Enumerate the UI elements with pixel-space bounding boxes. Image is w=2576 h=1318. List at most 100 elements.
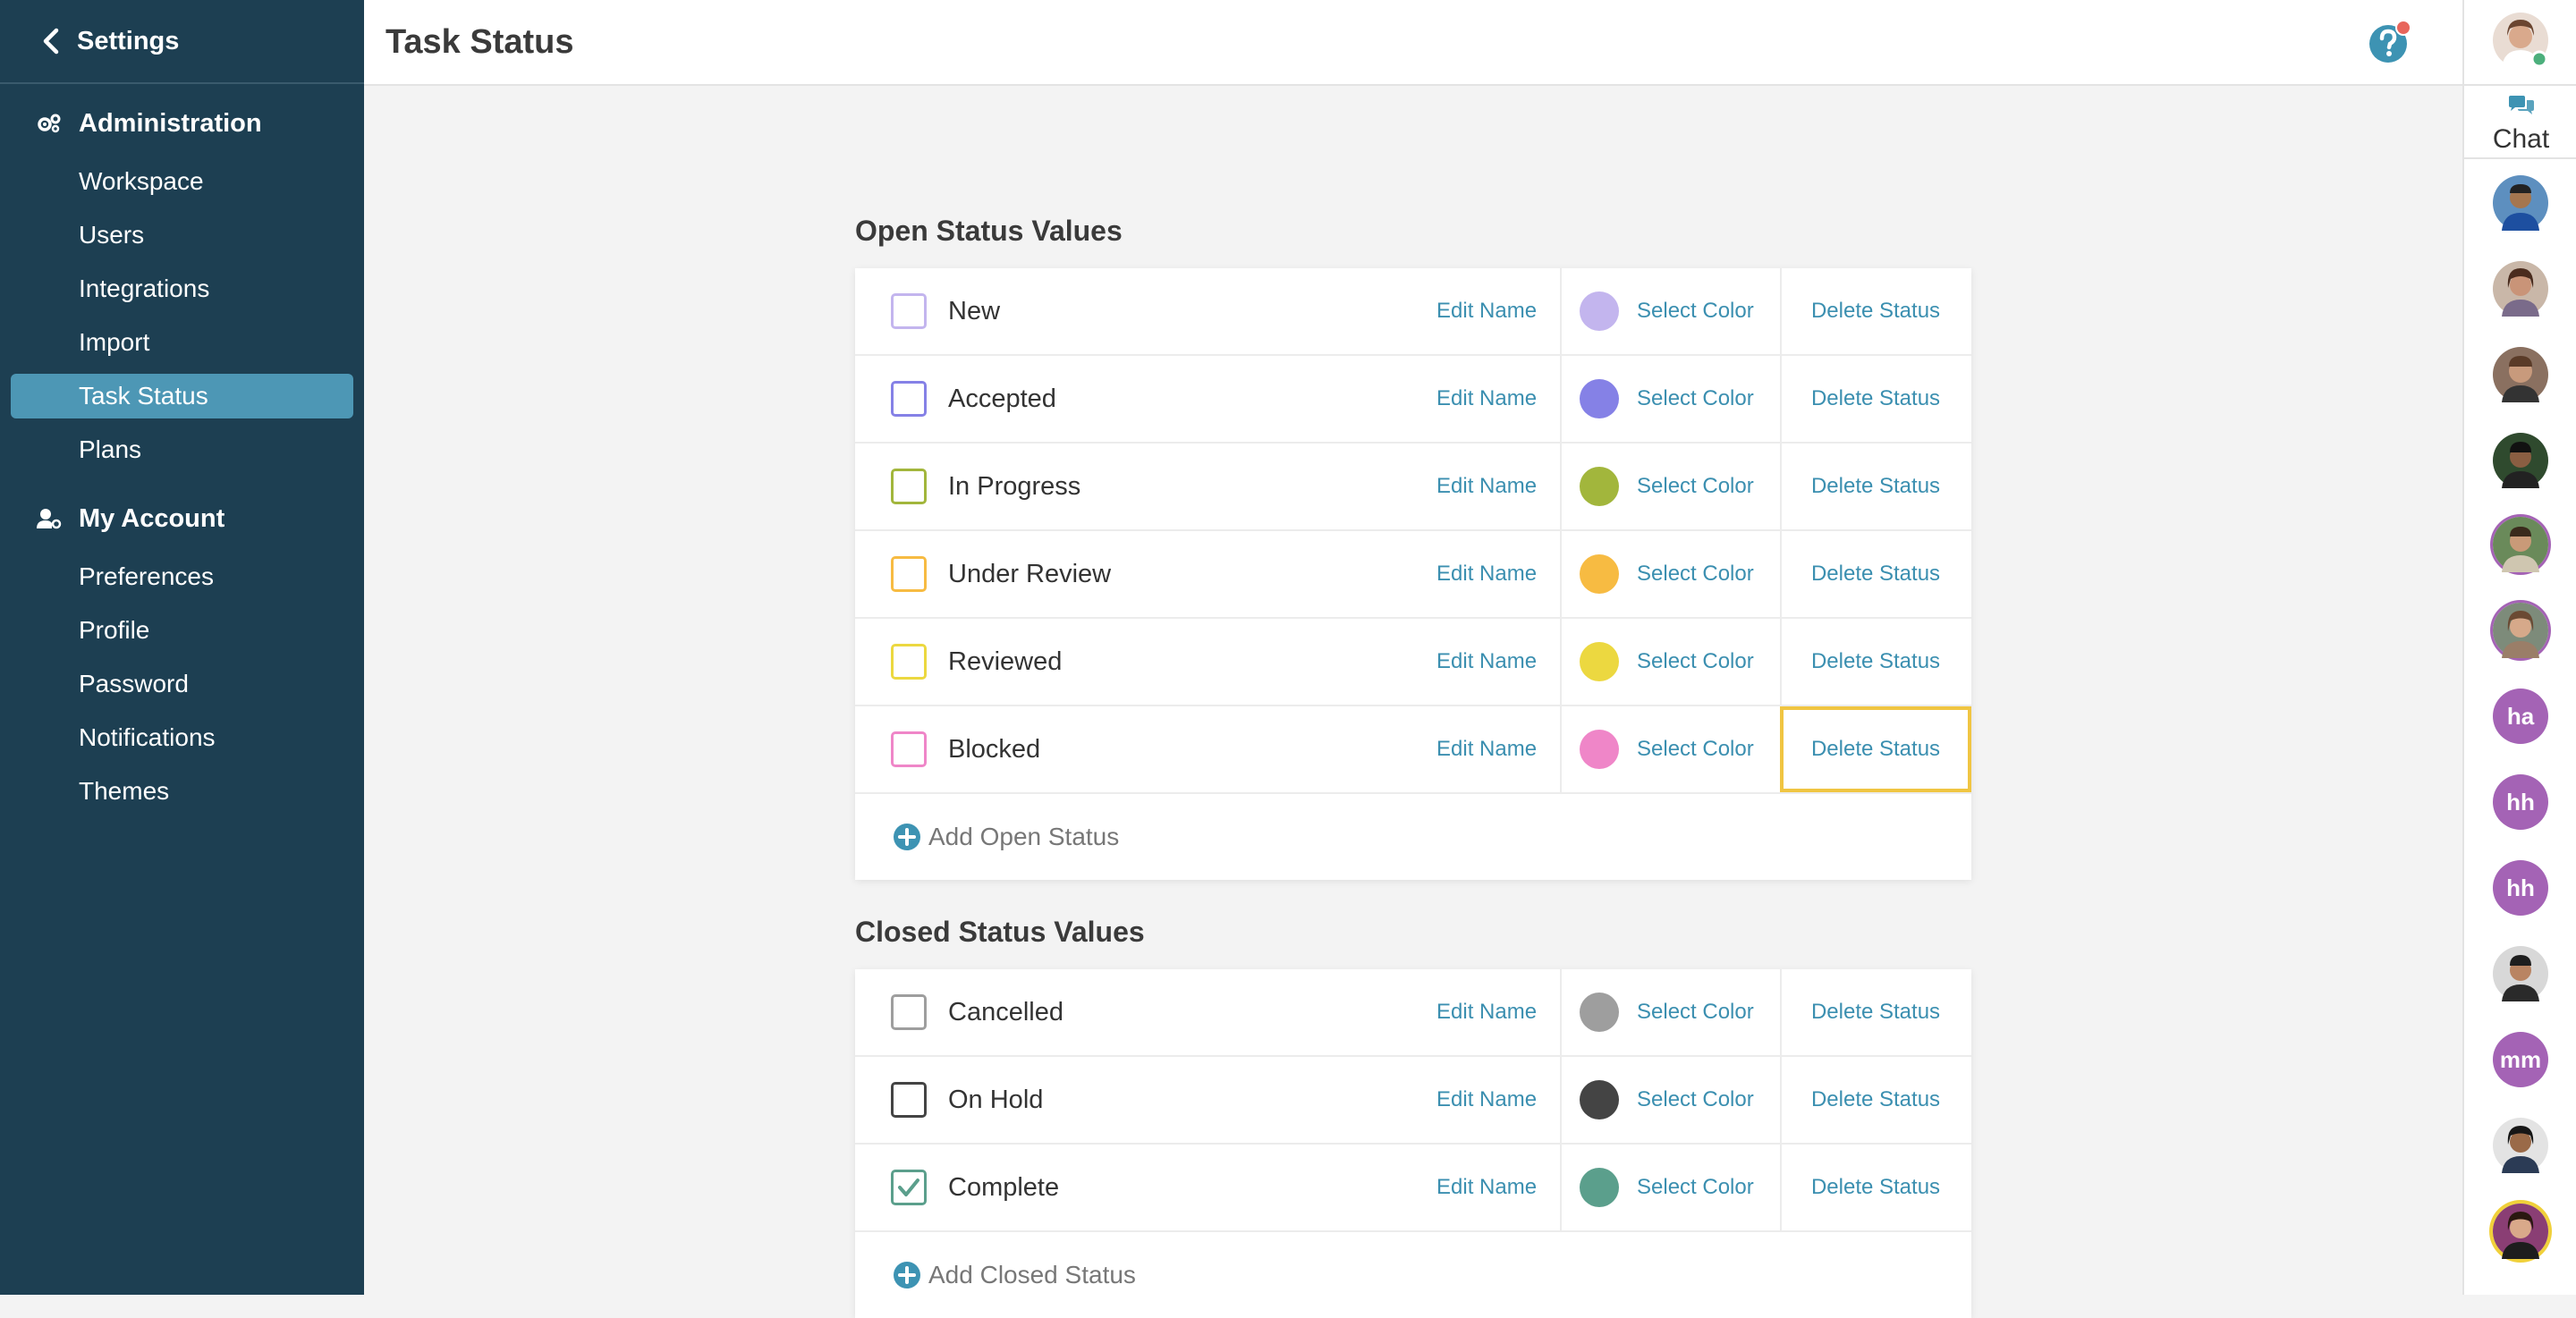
section-administration-label: Administration [79,108,262,138]
status-checkbox[interactable] [891,556,927,592]
add-open-status-button[interactable]: Add Open Status [855,794,1971,880]
select-color-link[interactable]: Select Color [1637,1087,1754,1112]
select-color-link[interactable]: Select Color [1637,474,1754,499]
chat-contact-avatar[interactable] [2493,433,2548,488]
chat-contact-avatar[interactable] [2493,517,2548,572]
edit-name-link[interactable]: Edit Name [1436,1087,1537,1112]
sidebar-item-password[interactable]: Password [11,662,353,706]
status-color-swatch[interactable] [1580,993,1619,1032]
section-my-account: My Account [36,492,364,545]
add-closed-status-button[interactable]: Add Closed Status [855,1232,1971,1318]
chat-contact-initials[interactable]: hh [2493,860,2548,916]
chat-contact-initials[interactable]: ha [2493,689,2548,744]
select-color-link[interactable]: Select Color [1637,649,1754,674]
closed-status-card: Cancelled Edit Name Select Color Delete Sta… [855,969,1971,1318]
status-color-swatch[interactable] [1580,291,1619,331]
edit-name-link[interactable]: Edit Name [1436,299,1537,324]
chat-contact-avatar[interactable] [2493,261,2548,317]
sidebar-item-plans[interactable]: Plans [11,427,353,472]
select-color-link[interactable]: Select Color [1637,1175,1754,1200]
status-color-swatch[interactable] [1580,730,1619,769]
chat-contact-avatar[interactable] [2493,603,2548,658]
sidebar-item-import[interactable]: Import [11,320,353,365]
delete-status-link[interactable]: Delete Status [1780,444,1971,529]
status-checkbox[interactable] [891,293,927,329]
chat-contact-initials[interactable]: mm [2493,1032,2548,1087]
sidebar-item-notifications[interactable]: Notifications [11,715,353,760]
help-question-icon[interactable] [2368,20,2412,64]
sidebar-item-users[interactable]: Users [11,213,353,258]
sidebar-item-preferences[interactable]: Preferences [11,554,353,599]
edit-name-link[interactable]: Edit Name [1436,562,1537,587]
chat-contact-avatar[interactable] [2493,347,2548,402]
chat-contact-avatar[interactable] [2493,946,2548,1001]
edit-name-link[interactable]: Edit Name [1436,386,1537,411]
column-divider [1560,619,1562,705]
chat-contact-avatar[interactable] [2493,1118,2548,1173]
current-user-avatar[interactable] [2493,13,2548,68]
chat-rail: Chat ha hh hh mm [2462,0,2576,1295]
delete-status-link[interactable]: Delete Status [1780,969,1971,1055]
select-color-link[interactable]: Select Color [1637,1000,1754,1025]
status-checkbox[interactable] [891,644,927,680]
status-name: Complete [948,1172,1060,1202]
edit-name-link[interactable]: Edit Name [1436,737,1537,762]
delete-status-link[interactable]: Delete Status [1780,268,1971,354]
edit-name-link[interactable]: Edit Name [1436,474,1537,499]
status-color-swatch[interactable] [1580,642,1619,681]
add-open-status-label: Add Open Status [928,823,1120,850]
back-chevron-icon[interactable] [36,26,66,56]
chat-label: Chat [2492,124,2550,154]
sidebar-item-task-status[interactable]: Task Status [11,374,353,418]
status-name: New [948,296,1001,325]
chat-contact-avatar[interactable] [2493,1204,2548,1259]
edit-name-link[interactable]: Edit Name [1436,1175,1537,1200]
delete-status-link[interactable]: Delete Status [1780,1057,1971,1143]
status-row: New Edit Name Select Color Delete Status [855,268,1971,356]
column-divider [1560,1057,1562,1143]
delete-status-link[interactable]: Delete Status [1780,706,1971,792]
status-checkbox[interactable] [891,1170,927,1205]
sidebar-item-integrations[interactable]: Integrations [11,266,353,311]
status-checkbox[interactable] [891,1082,927,1118]
status-name: On Hold [948,1085,1044,1114]
status-name: In Progress [948,471,1081,501]
status-checkbox[interactable] [891,994,927,1030]
open-status-card: New Edit Name Select Color Delete Status Acc… [855,268,1971,880]
column-divider [1560,706,1562,792]
chat-tab[interactable]: Chat [2464,84,2576,159]
select-color-link[interactable]: Select Color [1637,299,1754,324]
edit-name-link[interactable]: Edit Name [1436,649,1537,674]
status-color-swatch[interactable] [1580,379,1619,418]
status-row: On Hold Edit Name Select Color Delete Statu… [855,1057,1971,1145]
column-divider [1560,268,1562,354]
status-color-swatch[interactable] [1580,1080,1619,1119]
status-row: Reviewed Edit Name Select Color Delete Stat… [855,619,1971,706]
status-row: Cancelled Edit Name Select Color Delete Sta… [855,969,1971,1057]
select-color-link[interactable]: Select Color [1637,386,1754,411]
edit-name-link[interactable]: Edit Name [1436,1000,1537,1025]
chat-contact-initials[interactable]: hh [2493,774,2548,830]
status-checkbox[interactable] [891,381,927,417]
status-row: Blocked Edit Name Select Color Delete Statu… [855,706,1971,794]
status-checkbox[interactable] [891,731,927,767]
column-divider [1560,1145,1562,1230]
delete-status-link[interactable]: Delete Status [1780,531,1971,617]
delete-status-link[interactable]: Delete Status [1780,619,1971,705]
status-color-swatch[interactable] [1580,467,1619,506]
sidebar-item-workspace[interactable]: Workspace [11,159,353,204]
status-checkbox[interactable] [891,469,927,504]
status-color-swatch[interactable] [1580,1168,1619,1207]
delete-status-link[interactable]: Delete Status [1780,356,1971,442]
sidebar-item-profile[interactable]: Profile [11,608,353,653]
delete-status-link[interactable]: Delete Status [1780,1145,1971,1230]
status-name: Under Review [948,559,1112,588]
sidebar-item-themes[interactable]: Themes [11,769,353,814]
status-row: Accepted Edit Name Select Color Delete Stat… [855,356,1971,444]
status-color-swatch[interactable] [1580,554,1619,594]
column-divider [1560,531,1562,617]
select-color-link[interactable]: Select Color [1637,562,1754,587]
chat-contact-avatar[interactable] [2493,175,2548,231]
open-status-title: Open Status Values [855,215,1123,247]
select-color-link[interactable]: Select Color [1637,737,1754,762]
